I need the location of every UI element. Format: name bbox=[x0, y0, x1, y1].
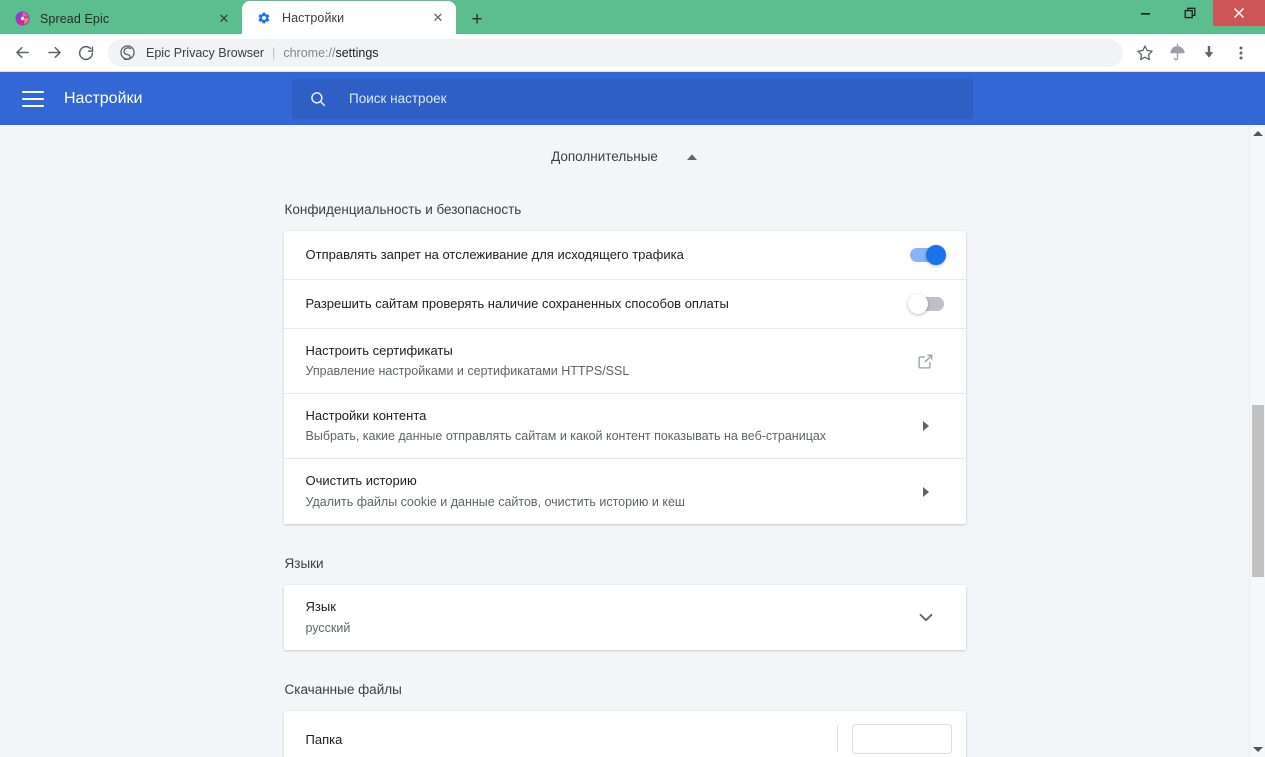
close-window-button[interactable] bbox=[1213, 0, 1265, 26]
reload-button[interactable] bbox=[70, 37, 102, 69]
search-input[interactable]: Поиск настроек bbox=[292, 78, 973, 119]
tab-close-button[interactable]: ✕ bbox=[428, 8, 448, 28]
toggle-switch-off[interactable] bbox=[907, 294, 944, 314]
back-button[interactable] bbox=[6, 37, 38, 69]
toggle-do-not-track[interactable] bbox=[898, 245, 946, 265]
row-label: Разрешить сайтам проверять наличие сохра… bbox=[305, 296, 729, 312]
chevron-right-icon[interactable] bbox=[908, 486, 944, 497]
browser-menu-icon[interactable] bbox=[1225, 37, 1257, 69]
row-label: Папка bbox=[305, 731, 343, 747]
gear-icon bbox=[256, 10, 272, 26]
chevron-down-icon[interactable] bbox=[908, 613, 944, 622]
divider bbox=[836, 726, 838, 752]
section-title: Языки bbox=[284, 556, 324, 571]
bookmark-star-icon[interactable] bbox=[1129, 37, 1161, 69]
section-title: Скачанные файлы bbox=[284, 682, 402, 697]
row-text: Отправлять запрет на отслеживание для ис… bbox=[306, 245, 898, 265]
row-do-not-track[interactable]: Отправлять запрет на отслеживание для ис… bbox=[283, 231, 966, 280]
row-label: Язык bbox=[305, 599, 336, 615]
browser-toolbar: Epic Privacy Browser | chrome:// setting… bbox=[0, 34, 1265, 72]
advanced-section-toggle[interactable]: Дополнительные bbox=[0, 125, 1249, 170]
hamburger-icon[interactable] bbox=[22, 90, 44, 107]
restore-button[interactable] bbox=[1168, 0, 1213, 26]
download-icon[interactable] bbox=[1193, 37, 1225, 69]
row-label: Отправлять запрет на отслеживание для ис… bbox=[305, 247, 684, 263]
epic-swirl-icon bbox=[120, 44, 137, 61]
search-icon bbox=[308, 89, 327, 108]
row-text: Язык русский bbox=[306, 597, 908, 637]
tab-settings[interactable]: Настройки ✕ bbox=[242, 1, 456, 34]
page-title: Настройки bbox=[64, 89, 143, 107]
change-folder-button[interactable] bbox=[851, 724, 952, 754]
tab-spread-epic[interactable]: Spread Epic ✕ bbox=[0, 3, 242, 34]
window-controls bbox=[1123, 0, 1265, 26]
scrollbar-thumb[interactable] bbox=[1252, 405, 1264, 577]
downloads-card: Папка bbox=[283, 711, 966, 757]
tab-strip: Spread Epic ✕ Настройки ✕ + bbox=[0, 0, 1265, 34]
toggle-switch-on[interactable] bbox=[909, 245, 946, 265]
tab-close-button[interactable]: ✕ bbox=[214, 9, 234, 29]
section-downloads: Скачанные файлы Папка bbox=[283, 682, 966, 757]
row-text: Настройки контента Выбрать, какие данные… bbox=[306, 406, 908, 446]
row-subtitle: Выбрать, какие данные отправлять сайтам … bbox=[305, 429, 827, 444]
row-text: Разрешить сайтам проверять наличие сохра… bbox=[306, 294, 898, 314]
languages-card: Язык русский bbox=[283, 585, 966, 650]
site-brand-label: Epic Privacy Browser bbox=[146, 45, 265, 60]
chevron-up-icon bbox=[686, 153, 698, 161]
row-label: Настройки контента bbox=[305, 407, 427, 423]
row-text: Очистить историю Удалить файлы cookie и … bbox=[306, 471, 908, 511]
row-payment-methods[interactable]: Разрешить сайтам проверять наличие сохра… bbox=[283, 280, 966, 329]
row-subtitle: Управление настройками и сертификатами H… bbox=[305, 364, 630, 379]
section-privacy: Конфиденциальность и безопасность Отправ… bbox=[283, 202, 966, 524]
url-scheme: chrome:// bbox=[283, 45, 336, 60]
row-manage-certificates[interactable]: Настроить сертификаты Управление настрой… bbox=[283, 329, 966, 394]
epic-swirl-icon bbox=[14, 11, 30, 27]
row-clear-browsing-data[interactable]: Очистить историю Удалить файлы cookie и … bbox=[284, 459, 966, 524]
row-value: русский bbox=[305, 620, 351, 635]
minimize-button[interactable] bbox=[1123, 0, 1168, 26]
toggle-knob bbox=[925, 245, 946, 265]
row-subtitle: Удалить файлы cookie и данные сайтов, оч… bbox=[305, 494, 685, 509]
row-label: Настроить сертификаты bbox=[305, 342, 453, 358]
row-content-settings[interactable]: Настройки контента Выбрать, какие данные… bbox=[283, 394, 966, 459]
row-label: Очистить историю bbox=[305, 473, 417, 489]
toggle-payment-methods[interactable] bbox=[898, 294, 944, 314]
chevron-right-icon[interactable] bbox=[908, 421, 944, 431]
address-bar[interactable]: Epic Privacy Browser | chrome:// setting… bbox=[108, 38, 1123, 67]
vertical-scrollbar[interactable] bbox=[1249, 125, 1265, 757]
row-text: Настроить сертификаты Управление настрой… bbox=[306, 341, 908, 381]
settings-header: Настройки Поиск настроек bbox=[0, 72, 1265, 125]
section-languages: Языки Язык русский bbox=[283, 556, 966, 650]
settings-content: Дополнительные Конфиденциальность и безо… bbox=[0, 125, 1249, 757]
forward-button[interactable] bbox=[38, 37, 70, 69]
scroll-up-arrow-icon[interactable] bbox=[1250, 125, 1265, 141]
scroll-down-arrow-icon[interactable] bbox=[1250, 741, 1265, 757]
privacy-card: Отправлять запрет на отслеживание для ис… bbox=[283, 231, 966, 524]
advanced-label: Дополнительные bbox=[551, 149, 658, 164]
new-tab-button[interactable]: + bbox=[460, 6, 494, 34]
tab-title: Настройки bbox=[282, 10, 345, 25]
omnibox-separator: | bbox=[272, 45, 276, 60]
search-placeholder: Поиск настроек bbox=[349, 91, 447, 106]
row-language[interactable]: Язык русский bbox=[284, 585, 966, 650]
toggle-knob bbox=[907, 294, 928, 314]
row-download-folder[interactable]: Папка bbox=[284, 711, 966, 757]
url-path: settings bbox=[335, 45, 379, 60]
settings-page: Дополнительные Конфиденциальность и безо… bbox=[0, 125, 1265, 757]
tab-title: Spread Epic bbox=[40, 11, 110, 26]
umbrella-icon[interactable] bbox=[1161, 37, 1193, 69]
external-link-icon[interactable] bbox=[908, 353, 944, 370]
section-title: Конфиденциальность и безопасность bbox=[284, 202, 522, 217]
